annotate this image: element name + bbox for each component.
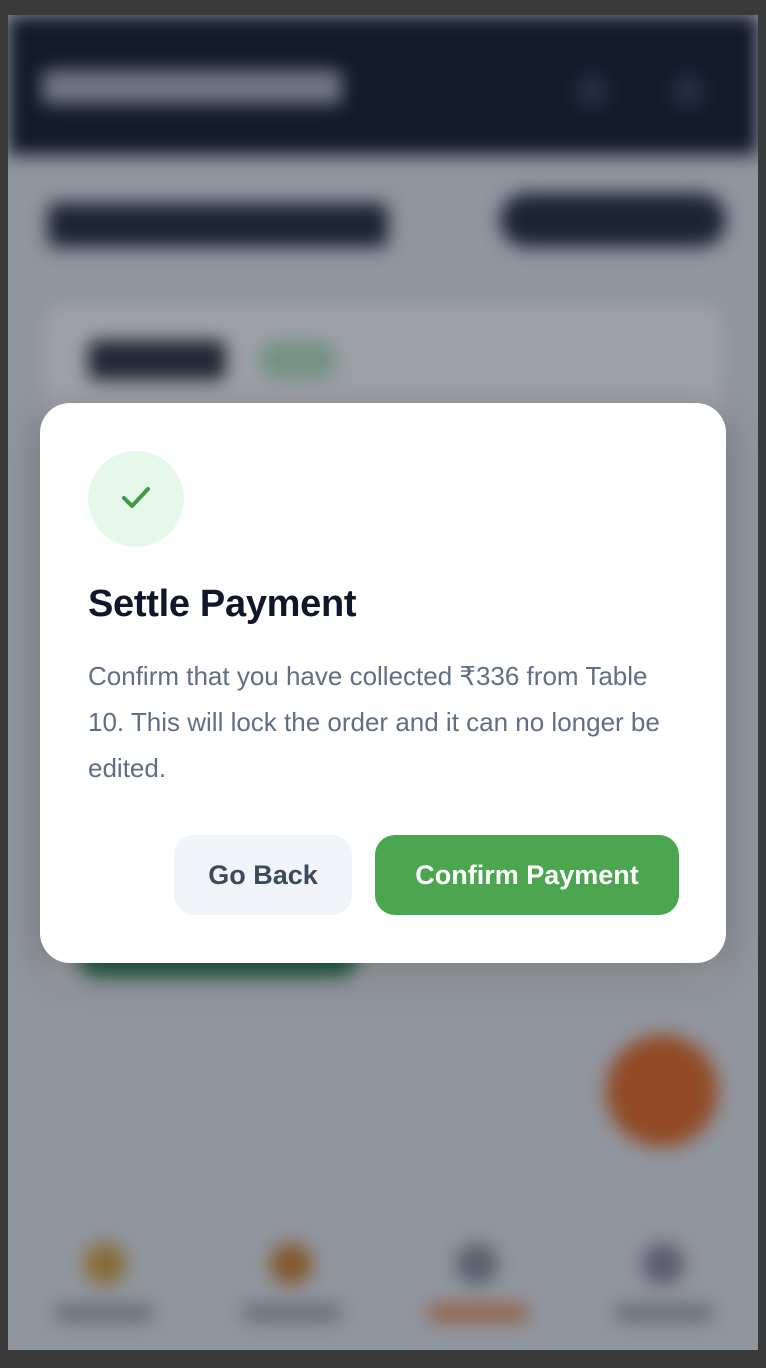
success-badge [88, 451, 184, 547]
confirm-payment-button[interactable]: Confirm Payment [375, 835, 679, 915]
go-back-button[interactable]: Go Back [174, 835, 352, 915]
app-screen: Settle Payment Confirm that you have col… [8, 15, 758, 1350]
settle-payment-dialog: Settle Payment Confirm that you have col… [40, 403, 726, 963]
check-icon [116, 477, 156, 522]
dialog-title: Settle Payment [88, 583, 357, 625]
dialog-message: Confirm that you have collected ₹336 fro… [88, 661, 660, 783]
